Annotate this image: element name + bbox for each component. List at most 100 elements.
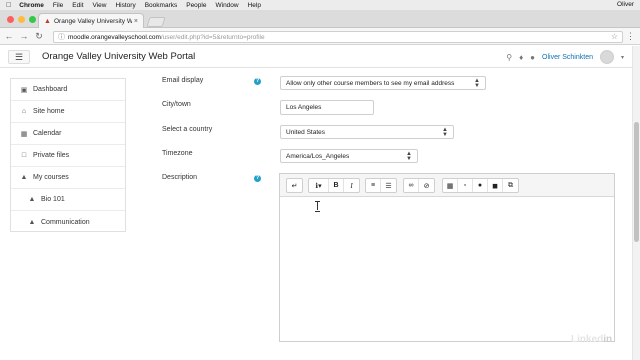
- sidebar-item-label: Private files: [33, 152, 70, 159]
- unlink-icon[interactable]: ⊘: [419, 179, 434, 192]
- sidebar-item-communication[interactable]: ▲ Communication: [11, 211, 125, 233]
- toolbar-group-style: ℹ▾ B I: [308, 178, 360, 193]
- select-arrows-icon: ▲ ▼: [474, 78, 480, 89]
- sidebar-item-label: Communication: [41, 218, 90, 226]
- help-icon[interactable]: ?: [254, 175, 261, 182]
- city-input[interactable]: Los Angeles: [280, 100, 374, 115]
- chevron-down-icon[interactable]: ▾: [621, 54, 624, 61]
- profile-edit-form: Email display ? Allow only other course …: [134, 68, 632, 360]
- unordered-list-icon[interactable]: ≡: [366, 179, 381, 192]
- reload-icon[interactable]: ↻: [33, 31, 45, 42]
- page-scrollbar[interactable]: [632, 46, 640, 360]
- menu-people[interactable]: People: [186, 2, 206, 9]
- bookmark-star-icon[interactable]: ☆: [611, 32, 618, 41]
- city-value: Los Angeles: [286, 104, 322, 111]
- sidebar-item-label: Calendar: [33, 130, 62, 137]
- email-display-value: Allow only other course members to see m…: [286, 79, 455, 87]
- user-menu-name[interactable]: Oliver Schinkten: [542, 54, 593, 61]
- toolbar-group-links: ∞ ⊘: [403, 178, 435, 193]
- bold-icon[interactable]: B: [329, 179, 344, 192]
- sidebar-item-bio-101[interactable]: ▲ Bio 101: [11, 189, 125, 211]
- menu-bookmarks[interactable]: Bookmarks: [145, 2, 178, 9]
- timezone-label: Timezone: [162, 150, 193, 157]
- messages-icon[interactable]: ●: [530, 53, 535, 62]
- forward-icon[interactable]: →: [18, 31, 30, 41]
- menu-edit[interactable]: Edit: [72, 2, 83, 9]
- menu-help[interactable]: Help: [248, 2, 261, 9]
- dashboard-icon: ▣: [20, 86, 28, 94]
- linkedin-watermark: Linkedin: [571, 334, 612, 345]
- timezone-value: America/Los_Angeles: [286, 152, 350, 160]
- country-label: Select a country: [162, 126, 213, 133]
- browser-tab[interactable]: ▲ Orange Valley University Web ×: [38, 13, 144, 28]
- avatar[interactable]: [599, 50, 614, 64]
- ordered-list-icon[interactable]: ☰: [381, 179, 396, 192]
- notifications-bell-icon[interactable]: ♦: [519, 53, 523, 62]
- back-icon[interactable]: ←: [3, 31, 15, 41]
- close-window-button[interactable]: [7, 16, 14, 23]
- menu-history[interactable]: History: [115, 2, 135, 9]
- graduation-cap-icon: ▲: [20, 174, 28, 181]
- browser-toolbar: ← → ↻ ⓘ moodle.orangevalleyschool.com /u…: [0, 28, 640, 45]
- insert-image-icon[interactable]: ▦: [443, 179, 458, 192]
- sidebar-item-label: Bio 101: [41, 196, 65, 203]
- menu-view[interactable]: View: [93, 2, 107, 9]
- tab-title: Orange Valley University Web: [54, 17, 132, 25]
- menu-file[interactable]: File: [53, 2, 63, 9]
- site-navbar: ☰ Orange Valley University Web Portal ⚲ …: [0, 46, 632, 68]
- minimize-window-button[interactable]: [18, 16, 25, 23]
- manage-files-icon[interactable]: ⧉: [503, 179, 518, 192]
- toolbar-group-toggle: ↵: [286, 178, 303, 193]
- url-path: /user/edit.php?id=5&returnto=profile: [160, 33, 265, 41]
- address-bar[interactable]: ⓘ moodle.orangevalleyschool.com /user/ed…: [53, 31, 623, 43]
- paragraph-styles-icon[interactable]: ℹ▾: [309, 179, 329, 192]
- new-tab-button[interactable]: [146, 17, 166, 27]
- select-arrows-icon: ▲ ▼: [406, 151, 412, 162]
- insert-media-icon[interactable]: ▫: [458, 179, 473, 192]
- sidebar-item-private-files[interactable]: □ Private files: [11, 145, 125, 167]
- favicon-icon: ▲: [44, 17, 51, 25]
- sidebar-item-dashboard[interactable]: ▣ Dashboard: [11, 79, 125, 101]
- country-select[interactable]: United States ▲ ▼: [280, 125, 454, 139]
- country-value: United States: [286, 128, 326, 136]
- graduation-cap-icon: ▲: [28, 196, 36, 203]
- watermark-text-b: in: [603, 334, 613, 345]
- city-label: City/town: [162, 101, 191, 108]
- timezone-select[interactable]: America/Los_Angeles ▲ ▼: [280, 149, 418, 163]
- apple-icon[interactable]: : [6, 2, 11, 9]
- browser-menu-icon[interactable]: ⋮: [626, 31, 635, 42]
- show-more-buttons-icon[interactable]: ↵: [287, 179, 302, 192]
- sidebar-item-my-courses[interactable]: ▲ My courses: [11, 167, 125, 189]
- sidebar-item-label: Site home: [33, 108, 65, 115]
- search-icon[interactable]: ⚲: [506, 53, 512, 62]
- watermark-text-a: Linked: [571, 334, 604, 345]
- toolbar-group-media: ▦ ▫ ● ◼ ⧉: [442, 178, 519, 193]
- editor-toolbar: ↵ ℹ▾ B I ≡ ☰ ∞ ⊘ ▦ ▫ ● ◼ ⧉: [280, 174, 614, 197]
- os-menubar:  Chrome File Edit View History Bookmark…: [0, 0, 640, 10]
- email-display-select[interactable]: Allow only other course members to see m…: [280, 76, 486, 90]
- close-tab-icon[interactable]: ×: [134, 18, 138, 25]
- app-menu[interactable]: Chrome: [19, 2, 44, 9]
- email-display-label: Email display: [162, 77, 204, 84]
- record-audio-icon[interactable]: ●: [473, 179, 488, 192]
- user-nav: ⚲ ♦ ● Oliver Schinkten ▾: [506, 50, 624, 64]
- page-info-icon[interactable]: ⓘ: [58, 32, 65, 42]
- home-icon: ⌂: [21, 108, 27, 115]
- sidebar-item-calendar[interactable]: ▦ Calendar: [11, 123, 125, 145]
- description-editor[interactable]: ↵ ℹ▾ B I ≡ ☰ ∞ ⊘ ▦ ▫ ● ◼ ⧉: [279, 173, 615, 342]
- hamburger-menu-icon[interactable]: ☰: [8, 50, 30, 64]
- sidebar-item-site-home[interactable]: ⌂ Site home: [11, 101, 125, 123]
- help-icon[interactable]: ?: [254, 78, 261, 85]
- sidebar-item-label: Dashboard: [33, 86, 68, 93]
- scrollbar-thumb[interactable]: [634, 122, 639, 242]
- zoom-window-button[interactable]: [29, 16, 36, 23]
- site-title[interactable]: Orange Valley University Web Portal: [42, 51, 195, 62]
- toolbar-group-lists: ≡ ☰: [365, 178, 397, 193]
- record-video-icon[interactable]: ◼: [488, 179, 503, 192]
- graduation-cap-icon: ▲: [28, 218, 36, 226]
- menu-window[interactable]: Window: [215, 2, 238, 9]
- link-icon[interactable]: ∞: [404, 179, 419, 192]
- description-label: Description: [162, 174, 198, 181]
- os-user-name[interactable]: Oliver: [617, 1, 634, 8]
- italic-icon[interactable]: I: [344, 179, 359, 192]
